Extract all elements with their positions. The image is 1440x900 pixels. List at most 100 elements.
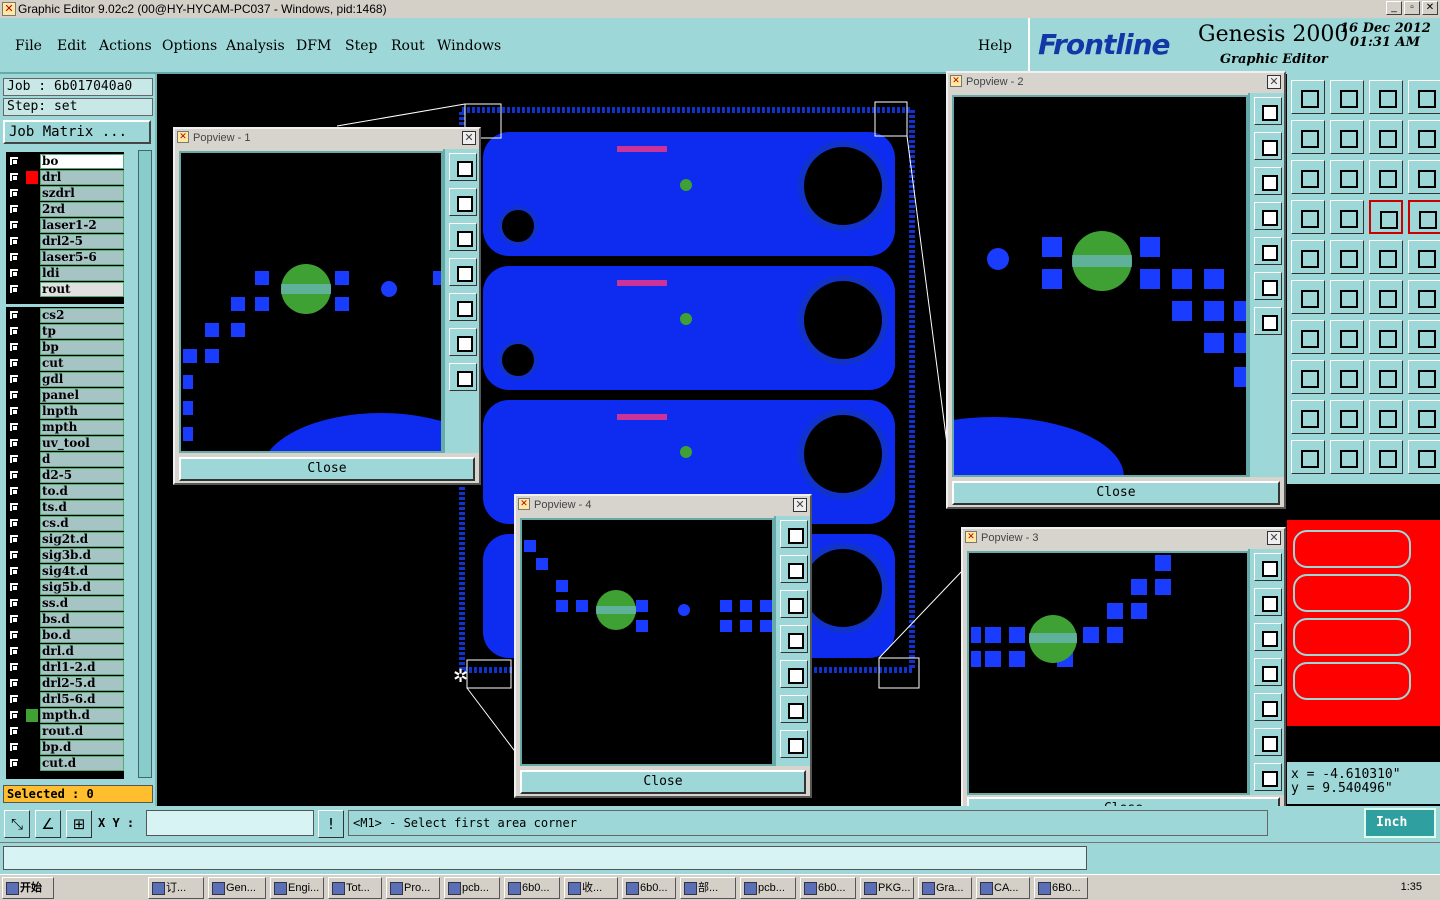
tool-button-icon[interactable] — [1408, 160, 1440, 194]
layer-checkbox[interactable] — [8, 581, 20, 593]
minimize-button[interactable]: _ — [1386, 1, 1402, 15]
layer-name[interactable]: sig2t.d — [40, 532, 124, 547]
menu-help[interactable]: Help — [978, 38, 1012, 54]
layer-name[interactable]: rout — [40, 282, 124, 297]
tool-button-icon[interactable] — [1408, 200, 1440, 234]
tool-button-icon[interactable] — [1330, 360, 1364, 394]
popview-4-canvas[interactable] — [520, 518, 774, 766]
tool-button-icon[interactable] — [1408, 360, 1440, 394]
taskbar-item[interactable]: 部... — [680, 877, 736, 899]
layer-row-sig4t-d[interactable]: sig4t.d — [6, 564, 124, 579]
taskbar-item[interactable]: 订... — [148, 877, 204, 899]
taskbar-item[interactable]: pcb... — [444, 877, 500, 899]
layer-row-bp[interactable]: bp — [6, 340, 124, 355]
command-line[interactable] — [3, 846, 1087, 870]
layer-row-to-d[interactable]: to.d — [6, 484, 124, 499]
zoom-in-icon[interactable] — [780, 520, 808, 548]
popview-3-window[interactable]: ✕Popview - 3✕ Close — [961, 527, 1286, 825]
layer-name[interactable]: drl5-6.d — [40, 692, 124, 707]
layer-name[interactable]: mpth — [40, 420, 124, 435]
unit-selector[interactable]: Inch — [1364, 808, 1436, 838]
tool-button-icon[interactable] — [1369, 160, 1403, 194]
zoom-out-icon[interactable] — [449, 363, 477, 391]
pan-up-icon[interactable] — [449, 188, 477, 216]
zoom-fit-icon[interactable] — [1254, 728, 1282, 756]
layer-checkbox[interactable] — [8, 373, 20, 385]
tool-button-icon[interactable] — [1291, 160, 1325, 194]
tool-button-icon[interactable] — [1330, 440, 1364, 474]
layer-name[interactable]: bs.d — [40, 612, 124, 627]
pan-up-icon[interactable] — [1254, 588, 1282, 616]
layer-row-d[interactable]: d — [6, 452, 124, 467]
pan-down-icon[interactable] — [1254, 167, 1282, 195]
taskbar-item[interactable]: CA... — [976, 877, 1030, 899]
pan-right-icon[interactable] — [1254, 693, 1282, 721]
popview-2-close-icon[interactable]: ✕ — [1267, 75, 1281, 89]
zoom-in-icon[interactable] — [449, 153, 477, 181]
taskbar-item[interactable]: pcb... — [740, 877, 796, 899]
tool-button-icon[interactable] — [1408, 320, 1440, 354]
taskbar-item[interactable]: PKG... — [860, 877, 914, 899]
tool-button-icon[interactable] — [1369, 80, 1403, 114]
layer-checkbox[interactable] — [8, 725, 20, 737]
layer-row-rout-d[interactable]: rout.d — [6, 724, 124, 739]
layer-name[interactable]: bo — [40, 154, 124, 169]
layer-name[interactable]: bp — [40, 340, 124, 355]
layer-checkbox[interactable] — [8, 421, 20, 433]
tool-button-icon[interactable] — [1330, 200, 1364, 234]
layer-checkbox[interactable] — [8, 251, 20, 263]
tool-button-icon[interactable] — [1330, 320, 1364, 354]
layer-row-mpth[interactable]: mpth — [6, 420, 124, 435]
layer-checkbox[interactable] — [8, 267, 20, 279]
menu-options[interactable]: Options — [162, 38, 217, 54]
layer-row-bp-d[interactable]: bp.d — [6, 740, 124, 755]
popview-2-window[interactable]: ✕ Popview - 2 ✕ Close — [946, 71, 1286, 509]
taskbar-item[interactable]: 6b0... — [800, 877, 856, 899]
layer-row-laser5-6[interactable]: laser5-6 — [6, 250, 124, 265]
zoom-fit-icon[interactable] — [449, 328, 477, 356]
grid-icon[interactable]: ⊞ — [66, 810, 92, 838]
pan-right-icon[interactable] — [449, 293, 477, 321]
tool-button-icon[interactable] — [1408, 280, 1440, 314]
pan-left-icon[interactable] — [1254, 202, 1282, 230]
job-matrix-button[interactable]: Job Matrix ... — [3, 120, 151, 144]
measure-icon[interactable]: ∠ — [35, 810, 61, 838]
layer-checkbox[interactable] — [8, 549, 20, 561]
menu-analysis[interactable]: Analysis — [226, 38, 285, 54]
popview-1-canvas[interactable] — [179, 151, 443, 453]
tool-button-icon[interactable] — [1330, 160, 1364, 194]
tool-button-icon[interactable] — [1369, 360, 1403, 394]
layer-row-drl[interactable]: drl — [6, 170, 124, 185]
layer-checkbox[interactable] — [8, 405, 20, 417]
tool-button-icon[interactable] — [1291, 320, 1325, 354]
layer-row-sig5b-d[interactable]: sig5b.d — [6, 580, 124, 595]
pan-right-icon[interactable] — [1254, 237, 1282, 265]
layer-name[interactable]: ldi — [40, 266, 124, 281]
tool-button-icon[interactable] — [1291, 80, 1325, 114]
tool-button-icon[interactable] — [1369, 200, 1403, 234]
tool-button-icon[interactable] — [1291, 240, 1325, 274]
layer-row-cut-d[interactable]: cut.d — [6, 756, 124, 771]
layer-row-d2-5[interactable]: d2-5 — [6, 468, 124, 483]
layer-name[interactable]: sig4t.d — [40, 564, 124, 579]
popview-2-canvas[interactable] — [952, 95, 1248, 477]
pan-up-icon[interactable] — [780, 555, 808, 583]
layer-checkbox[interactable] — [8, 389, 20, 401]
layer-checkbox[interactable] — [8, 219, 20, 231]
menu-dfm[interactable]: DFM — [296, 38, 331, 54]
layer-checkbox[interactable] — [8, 171, 20, 183]
snap-icon[interactable]: ⤡ — [4, 810, 30, 838]
pan-right-icon[interactable] — [780, 660, 808, 688]
layer-name[interactable]: lnpth — [40, 404, 124, 419]
layer-name[interactable]: laser5-6 — [40, 250, 124, 265]
layer-row-sig2t-d[interactable]: sig2t.d — [6, 532, 124, 547]
popview-3-close-icon[interactable]: ✕ — [1267, 531, 1281, 545]
layer-name[interactable]: cut.d — [40, 756, 124, 771]
zoom-out-icon[interactable] — [1254, 307, 1282, 335]
layer-checkbox[interactable] — [8, 469, 20, 481]
taskbar-item[interactable]: 6B0... — [1034, 877, 1088, 899]
layer-row-tp[interactable]: tp — [6, 324, 124, 339]
layer-name[interactable]: gdl — [40, 372, 124, 387]
layer-row-bo[interactable]: bo — [6, 154, 124, 169]
layer-checkbox[interactable] — [8, 741, 20, 753]
